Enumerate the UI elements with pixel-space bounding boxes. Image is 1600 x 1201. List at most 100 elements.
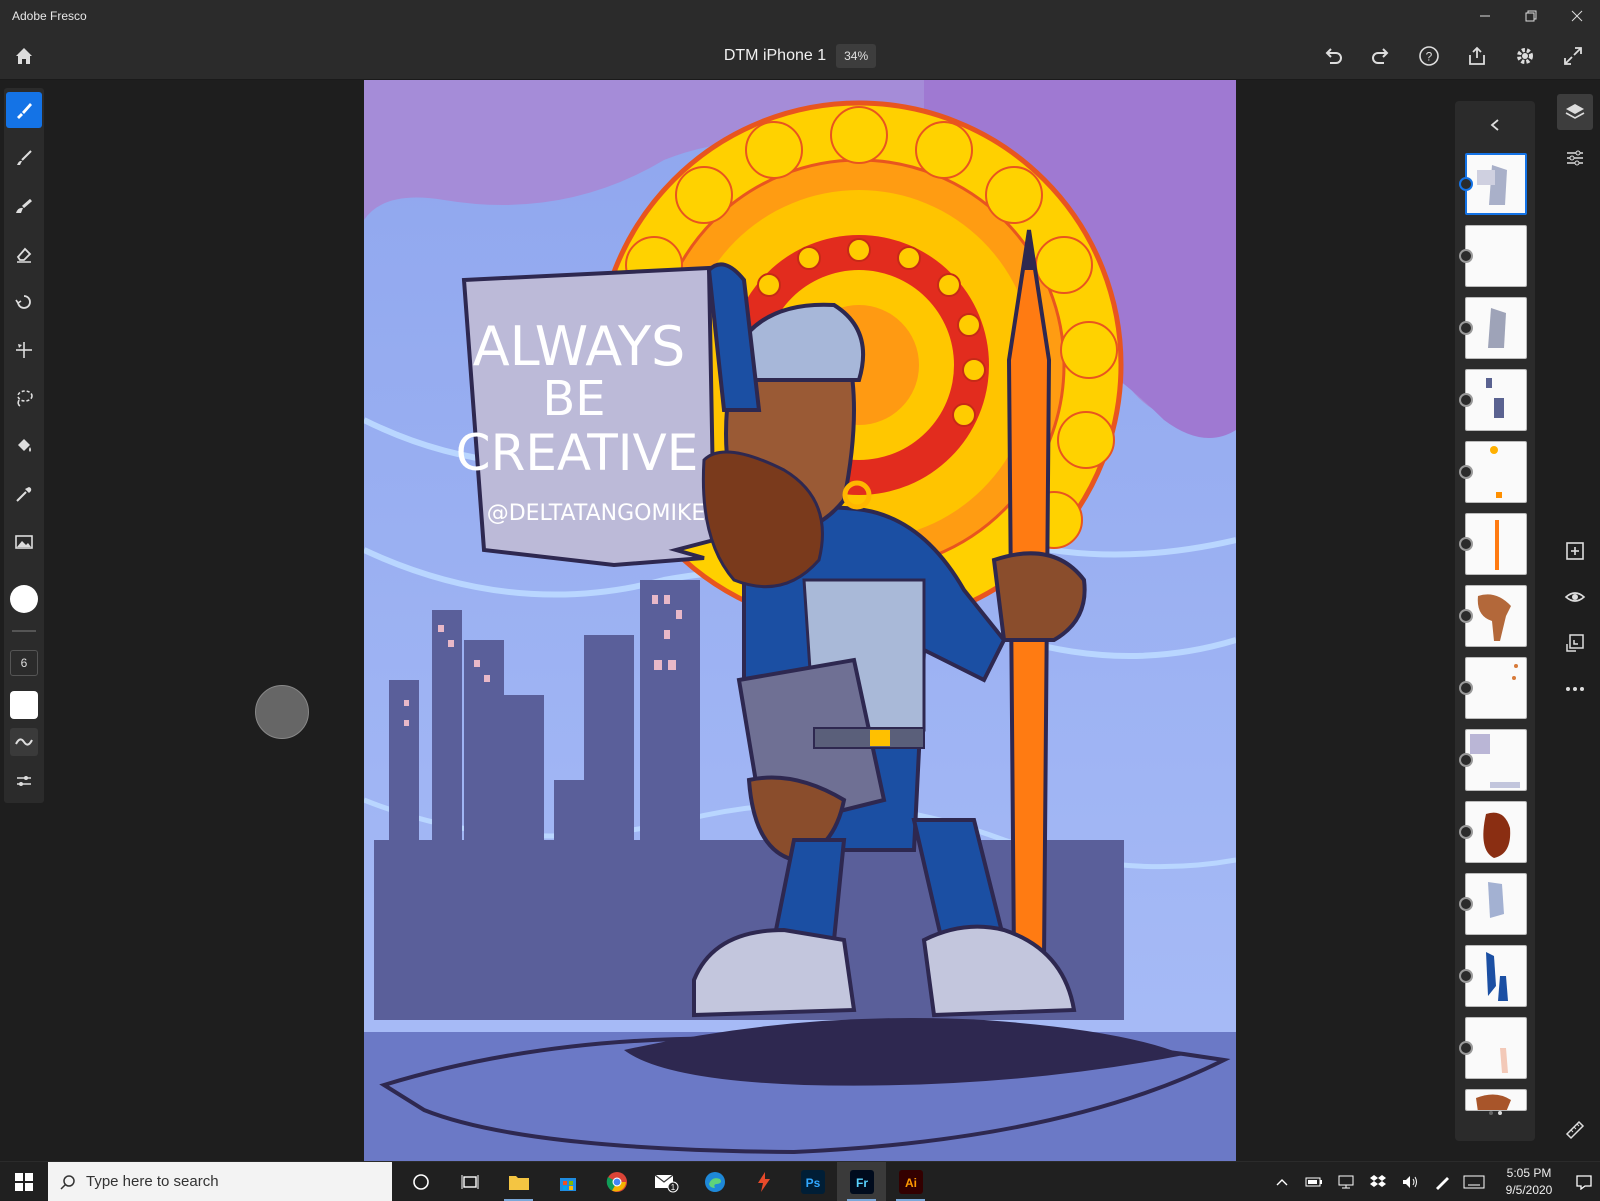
illustrator-button[interactable]: Ai: [886, 1162, 935, 1201]
task-view-icon: [461, 1174, 478, 1189]
taskbar-search-box[interactable]: Type here to search: [48, 1162, 392, 1201]
brush-color-swatch[interactable]: [10, 691, 38, 719]
network-button[interactable]: [1330, 1162, 1362, 1201]
show-hidden-icons-button[interactable]: [1266, 1162, 1298, 1201]
help-button[interactable]: ?: [1412, 39, 1446, 73]
layer-thumbnail[interactable]: [1465, 297, 1527, 359]
move-transform-tool[interactable]: [6, 332, 42, 368]
mail-icon: 1: [654, 1174, 678, 1192]
layer-thumbnail[interactable]: [1465, 441, 1527, 503]
drawing-canvas[interactable]: ALWAYS BE CREATIVE @DELTATANGOMIKE: [364, 80, 1236, 1161]
touch-keyboard-button[interactable]: [1458, 1162, 1490, 1201]
touch-shortcut-circle[interactable]: [255, 685, 309, 739]
layer-thumbnail[interactable]: [1465, 945, 1527, 1007]
dropbox-button[interactable]: [1362, 1162, 1394, 1201]
layer-thumbnail[interactable]: [1465, 369, 1527, 431]
eraser-tool[interactable]: [6, 236, 42, 272]
vector-brush-tool[interactable]: [6, 188, 42, 224]
settings-button[interactable]: [1508, 39, 1542, 73]
home-icon: [16, 48, 32, 64]
chrome-button[interactable]: [592, 1162, 641, 1201]
layer-select-toggle[interactable]: [1459, 681, 1473, 695]
eyedropper-tool[interactable]: [6, 476, 42, 512]
chevron-up-icon: [1276, 1178, 1288, 1185]
brush-size-value[interactable]: 6: [10, 650, 38, 676]
help-icon: ?: [1419, 46, 1439, 66]
layer-thumbnail[interactable]: [1465, 657, 1527, 719]
layer-thumbnail[interactable]: [1465, 225, 1527, 287]
layer-select-toggle[interactable]: [1459, 537, 1473, 551]
volume-button[interactable]: [1394, 1162, 1426, 1201]
action-center-button[interactable]: [1568, 1162, 1600, 1201]
mail-button[interactable]: 1: [641, 1162, 690, 1201]
collapse-layers-button[interactable]: [1483, 113, 1507, 137]
redo-button[interactable]: [1364, 39, 1398, 73]
ruler-button[interactable]: [1557, 1112, 1593, 1148]
task-view-button[interactable]: [445, 1162, 494, 1201]
cortana-button[interactable]: [396, 1162, 445, 1201]
taskbar-clock[interactable]: 5:05 PM 9/5/2020: [1490, 1165, 1568, 1199]
layer-thumbnail[interactable]: [1465, 1017, 1527, 1079]
layer-properties-button[interactable]: [1557, 140, 1593, 176]
live-brush-tool[interactable]: [6, 140, 42, 176]
layer-thumbnail[interactable]: [1465, 1089, 1527, 1111]
layer-select-toggle[interactable]: [1459, 609, 1473, 623]
layer-thumbnail[interactable]: [1465, 873, 1527, 935]
keyboard-icon: [1463, 1175, 1485, 1188]
home-button[interactable]: [10, 42, 38, 70]
fresco-button[interactable]: Fr: [837, 1162, 886, 1201]
touch-shortcut-button[interactable]: [6, 764, 42, 800]
layer-select-toggle[interactable]: [1459, 753, 1473, 767]
windows-taskbar: Type here to search 1 Ps Fr Ai 5:05 PM 9…: [0, 1161, 1600, 1201]
pen-workspace-button[interactable]: [1426, 1162, 1458, 1201]
share-button[interactable]: [1460, 39, 1494, 73]
fill-tool[interactable]: [6, 428, 42, 464]
zoom-level[interactable]: 34%: [836, 44, 877, 68]
smudge-tool[interactable]: [6, 284, 42, 320]
add-layer-button[interactable]: [1557, 533, 1593, 569]
layer-thumbnail[interactable]: [1465, 153, 1527, 215]
layer-thumbnail[interactable]: [1465, 729, 1527, 791]
layer-select-toggle[interactable]: [1459, 825, 1473, 839]
properties-bar: [1551, 80, 1600, 1161]
layer-select-toggle[interactable]: [1459, 897, 1473, 911]
close-button[interactable]: [1554, 0, 1600, 32]
photoshop-button[interactable]: Ps: [788, 1162, 837, 1201]
layer-select-toggle[interactable]: [1459, 969, 1473, 983]
edge-button[interactable]: [690, 1162, 739, 1201]
color-picker-button[interactable]: [10, 585, 38, 613]
fullscreen-button[interactable]: [1556, 39, 1590, 73]
place-image-tool[interactable]: [6, 524, 42, 560]
brush-settings-button[interactable]: [10, 728, 38, 756]
undo-button[interactable]: [1316, 39, 1350, 73]
layer-thumbnail[interactable]: [1465, 801, 1527, 863]
lasso-tool[interactable]: [6, 380, 42, 416]
eyedropper-icon: [16, 487, 32, 502]
layer-select-toggle[interactable]: [1459, 1041, 1473, 1055]
minimize-button[interactable]: [1462, 0, 1508, 32]
document-title[interactable]: DTM iPhone 1: [724, 47, 826, 65]
start-button[interactable]: [0, 1162, 48, 1201]
network-icon: [1338, 1175, 1354, 1188]
layer-select-toggle[interactable]: [1459, 393, 1473, 407]
layer-select-toggle[interactable]: [1459, 465, 1473, 479]
store-button[interactable]: [543, 1162, 592, 1201]
layer-visibility-button[interactable]: [1557, 579, 1593, 615]
pixel-brush-tool[interactable]: [6, 92, 42, 128]
more-options-button[interactable]: [1557, 671, 1593, 707]
merge-down-button[interactable]: [1557, 625, 1593, 661]
sketch-app-button[interactable]: [739, 1162, 788, 1201]
restore-button[interactable]: [1508, 0, 1554, 32]
layer-select-toggle[interactable]: [1459, 249, 1473, 263]
layers-toggle-button[interactable]: [1557, 94, 1593, 130]
layer-select-toggle[interactable]: [1459, 177, 1473, 191]
illustrator-label: Ai: [905, 1176, 917, 1190]
layer-thumbnail[interactable]: [1465, 513, 1527, 575]
layer-thumbnail[interactable]: [1465, 585, 1527, 647]
battery-button[interactable]: [1298, 1162, 1330, 1201]
layer-select-toggle[interactable]: [1459, 321, 1473, 335]
layers-pager[interactable]: [1489, 1111, 1502, 1115]
cortana-icon: [412, 1173, 429, 1190]
tools-panel: 6: [4, 88, 44, 803]
file-explorer-button[interactable]: [494, 1162, 543, 1201]
